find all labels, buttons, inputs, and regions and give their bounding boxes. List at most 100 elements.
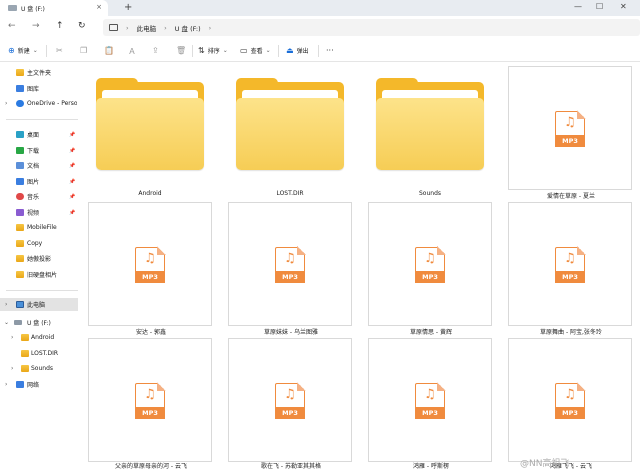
- plus-circle-icon: ⊕: [8, 46, 15, 55]
- download-icon: [16, 147, 24, 154]
- mp3-badge: MP3: [555, 271, 585, 283]
- file-item-mp3[interactable]: ♫ MP3 歌在飞 - 苏勒亚其其格: [228, 338, 352, 470]
- file-item-mp3[interactable]: ♫ MP3 鸿雁 - 呼斯楞: [368, 338, 492, 470]
- sidebar-item-label: Android: [31, 334, 55, 341]
- address-bar[interactable]: › 此电脑 › U 盘 (F:) ›: [103, 19, 640, 36]
- mp3-badge: MP3: [415, 407, 445, 419]
- pin-icon[interactable]: 📌: [69, 132, 75, 138]
- new-tab-button[interactable]: +: [124, 2, 132, 13]
- folder-icon: [21, 365, 29, 372]
- folder-icon: [16, 255, 24, 262]
- music-note-icon: ♫: [564, 387, 576, 402]
- sidebar-item-desktop[interactable]: 桌面 📌: [0, 128, 78, 141]
- sidebar-item-documents[interactable]: 文档 📌: [0, 159, 78, 172]
- command-bar: ⊕ 新建 ⌄ ✂ ❐ 📋 Ａ ⇪ 🗑 ⇅ 排序 ⌄ ▭ 查看 ⌄ ⏏ 弹出 ··…: [0, 40, 640, 62]
- pin-icon[interactable]: 📌: [69, 148, 75, 154]
- up-button[interactable]: ↑: [56, 21, 64, 31]
- sidebar-item-downloads[interactable]: 下载 📌: [0, 144, 78, 157]
- sidebar-item-label: OneDrive - Perso: [27, 100, 77, 107]
- drive-icon: [14, 320, 22, 325]
- maximize-button[interactable]: ☐: [596, 2, 603, 11]
- sidebar-item-pictures[interactable]: 图片 📌: [0, 175, 78, 188]
- view-button[interactable]: ▭ 查看 ⌄: [240, 46, 271, 55]
- sidebar-item-u-drive[interactable]: ⌄ U 盘 (F:): [0, 316, 78, 329]
- video-icon: [16, 209, 24, 216]
- file-item-mp3[interactable]: ♫ MP3 草原舞曲 - 阿宝,张冬玲: [508, 202, 632, 336]
- rename-button[interactable]: Ａ: [128, 46, 139, 57]
- breadcrumb-u-drive[interactable]: U 盘 (F:): [175, 23, 201, 33]
- share-icon: ⇪: [152, 46, 159, 55]
- delete-button[interactable]: 🗑: [176, 46, 189, 55]
- sidebar-item-copy[interactable]: Copy: [0, 237, 78, 250]
- minimize-button[interactable]: —: [574, 2, 582, 11]
- music-note-icon: ♫: [424, 387, 436, 402]
- copy-button[interactable]: ❐: [80, 46, 90, 55]
- new-button[interactable]: ⊕ 新建 ⌄: [8, 46, 38, 55]
- sidebar-item-label: 旧硬盘相片: [27, 272, 58, 279]
- refresh-button[interactable]: ↻: [78, 21, 86, 31]
- back-button[interactable]: ←: [8, 21, 16, 31]
- cut-button[interactable]: ✂: [56, 46, 66, 55]
- file-name: 草原舞曲 - 阿宝,张冬玲: [540, 329, 602, 336]
- file-item-folder[interactable]: Sounds: [368, 66, 492, 197]
- paste-icon: 📋: [104, 46, 114, 55]
- sidebar-item-sounds[interactable]: › Sounds: [0, 362, 78, 375]
- chevron-right-icon[interactable]: ›: [11, 334, 13, 341]
- music-note-icon: ♫: [284, 387, 296, 402]
- chevron-right-icon[interactable]: ›: [5, 100, 7, 107]
- mp3-file-icon: ♫ MP3: [275, 382, 306, 419]
- file-item-mp3[interactable]: ♫ MP3 爱情在草原 - 夏兰: [508, 66, 632, 200]
- file-name: 歌在飞 - 苏勒亚其其格: [261, 463, 321, 470]
- chevron-right-icon[interactable]: ›: [5, 381, 7, 388]
- sidebar-item-this-pc[interactable]: › 此电脑: [0, 298, 78, 311]
- sidebar-item-old-photos[interactable]: 旧硬盘相片: [0, 268, 78, 281]
- sidebar-item-videos[interactable]: 视频 📌: [0, 206, 78, 219]
- music-note-icon: ♫: [424, 251, 436, 266]
- pin-icon[interactable]: 📌: [69, 179, 75, 185]
- file-item-mp3[interactable]: ♫ MP3 鸿雁飞飞 - 云飞: [508, 338, 632, 470]
- chevron-right-icon[interactable]: ›: [11, 365, 13, 372]
- close-window-button[interactable]: ✕: [620, 2, 627, 11]
- pin-icon[interactable]: 📌: [69, 163, 75, 169]
- more-options-button[interactable]: ···: [326, 46, 334, 55]
- file-item-mp3[interactable]: ♫ MP3 父亲的草原母亲的河 - 云飞: [88, 338, 212, 470]
- tab-close-button[interactable]: ×: [96, 3, 102, 11]
- sidebar-item-home[interactable]: 主文件夹: [0, 66, 78, 79]
- file-item-folder[interactable]: LOST.DIR: [228, 66, 352, 197]
- desktop-icon: [16, 131, 24, 138]
- sidebar-item-network[interactable]: › 网络: [0, 378, 78, 391]
- sidebar-item-lost-dir[interactable]: LOST.DIR: [0, 347, 78, 360]
- pin-icon[interactable]: 📌: [69, 210, 75, 216]
- chevron-right-icon[interactable]: ›: [5, 301, 7, 308]
- eject-button[interactable]: ⏏ 弹出: [286, 46, 309, 55]
- sidebar-item-label: LOST.DIR: [31, 350, 59, 357]
- eject-label: 弹出: [296, 48, 309, 55]
- breadcrumb-this-pc[interactable]: 此电脑: [137, 23, 157, 33]
- sidebar-item-music[interactable]: 音乐 📌: [0, 190, 78, 203]
- share-button[interactable]: ⇪: [152, 46, 162, 55]
- network-icon: [16, 381, 24, 388]
- file-item-mp3[interactable]: ♫ MP3 草原情思 - 黄辉: [368, 202, 492, 336]
- view-label: 查看: [250, 48, 263, 55]
- breadcrumb-separator: ›: [126, 23, 129, 32]
- tab-u-drive[interactable]: U 盘 (F:) ×: [0, 0, 108, 16]
- pin-icon[interactable]: 📌: [69, 194, 75, 200]
- folder-icon: [21, 334, 29, 341]
- navigation-bar: ← → ↑ ↻ › 此电脑 › U 盘 (F:) ›: [0, 16, 640, 38]
- sidebar-item-mobilefile[interactable]: MobileFile: [0, 221, 78, 234]
- sidebar-item-android[interactable]: › Android: [0, 331, 78, 344]
- mp3-badge: MP3: [275, 271, 305, 283]
- sidebar-item-onedrive[interactable]: › OneDrive - Perso: [0, 97, 78, 110]
- file-item-folder[interactable]: Android: [88, 66, 212, 197]
- file-item-mp3[interactable]: ♫ MP3 草原妹妹 - 乌兰图雅: [228, 202, 352, 336]
- mp3-file-icon: ♫ MP3: [415, 246, 446, 283]
- sidebar-item-gallery[interactable]: 图库: [0, 82, 78, 95]
- sidebar-item-folder[interactable]: 她傲投影: [0, 252, 78, 265]
- sort-button[interactable]: ⇅ 排序 ⌄: [198, 46, 228, 55]
- chevron-down-icon[interactable]: ⌄: [4, 319, 9, 326]
- file-item-mp3[interactable]: ♫ MP3 安达 - 郭鑫: [88, 202, 212, 336]
- forward-button[interactable]: →: [32, 21, 40, 31]
- paste-button[interactable]: 📋: [104, 46, 117, 55]
- cloud-icon: [16, 100, 24, 107]
- folder-icon: [236, 78, 344, 170]
